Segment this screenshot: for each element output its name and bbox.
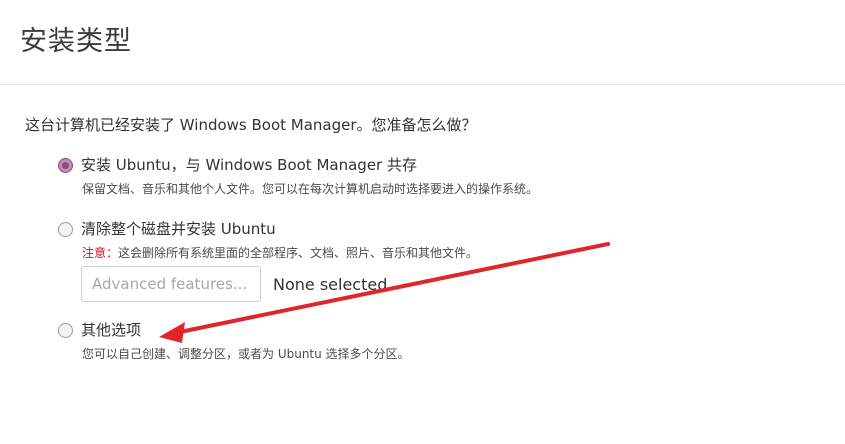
install-type-page: 安装类型 这台计算机已经安装了 Windows Boot Manager。您准备… <box>0 0 845 444</box>
option-erase-disk-description: 注意：这会删除所有系统里面的全部程序、文档、照片、音乐和其他文件。 <box>82 244 758 262</box>
option-erase-disk-label[interactable]: 清除整个磁盘并安装 Ubuntu <box>81 218 276 240</box>
option-something-else-row[interactable]: 其他选项 <box>58 318 758 342</box>
radio-unselected-icon[interactable] <box>58 221 73 237</box>
option-install-alongside-row[interactable]: 安装 Ubuntu，与 Windows Boot Manager 共存 <box>58 153 758 177</box>
warning-text: 这会删除所有系统里面的全部程序、文档、照片、音乐和其他文件。 <box>118 246 479 260</box>
option-install-alongside-label[interactable]: 安装 Ubuntu，与 Windows Boot Manager 共存 <box>81 154 417 176</box>
advanced-features-button[interactable]: Advanced features... <box>81 266 261 302</box>
option-install-alongside[interactable]: 安装 Ubuntu，与 Windows Boot Manager 共存 保留文档… <box>58 153 758 198</box>
option-erase-disk[interactable]: 清除整个磁盘并安装 Ubuntu 注意：这会删除所有系统里面的全部程序、文档、照… <box>58 217 758 262</box>
radio-selected-icon[interactable] <box>58 157 73 173</box>
option-something-else-description: 您可以自己创建、调整分区，或者为 Ubuntu 选择多个分区。 <box>82 347 410 361</box>
warning-prefix: 注意： <box>82 246 119 260</box>
radio-unselected-icon[interactable] <box>58 322 73 338</box>
advanced-features-status: None selected <box>273 274 388 294</box>
page-title: 安装类型 <box>20 26 132 57</box>
option-something-else-label[interactable]: 其他选项 <box>81 319 141 341</box>
option-erase-disk-row[interactable]: 清除整个磁盘并安装 Ubuntu <box>58 217 758 241</box>
option-install-alongside-description: 保留文档、音乐和其他个人文件。您可以在每次计算机启动时选择要进入的操作系统。 <box>82 182 539 196</box>
advanced-features-row: Advanced features... None selected <box>81 266 387 302</box>
page-header: 安装类型 <box>0 0 845 85</box>
option-something-else[interactable]: 其他选项 您可以自己创建、调整分区，或者为 Ubuntu 选择多个分区。 <box>58 318 758 363</box>
install-question: 这台计算机已经安装了 Windows Boot Manager。您准备怎么做？ <box>25 116 477 134</box>
